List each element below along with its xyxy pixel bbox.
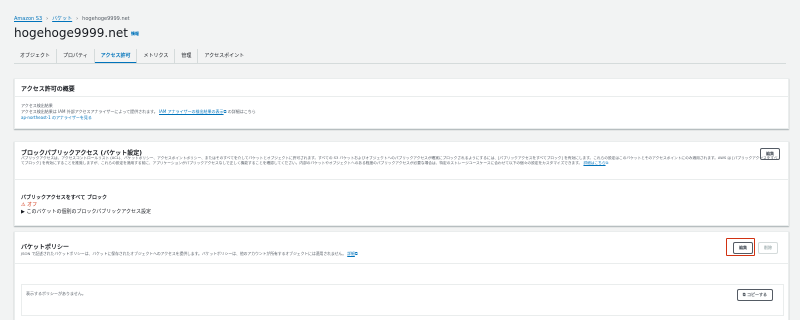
policy-empty-text: 表示するポリシーがありません。 (26, 291, 86, 296)
chevron-right-icon: › (76, 16, 79, 22)
permissions-overview-panel: アクセス許可の概要 アクセス検出結果 アクセス検出結果は IAM 外部アクセスア… (14, 78, 789, 129)
chevron-right-icon: › (46, 16, 49, 22)
divider (15, 263, 788, 264)
block-all-status: ⚠ オフ (21, 201, 37, 208)
copy-label: コピーする (747, 292, 767, 297)
bucket-policy-desc-text: JSON で記述されたバケットポリシーは、バケットに保存されたオブジェクトへのア… (21, 251, 347, 256)
analyzer-desc-text: アクセス検出結果は IAM 外部アクセスアナライザーによって提供されます。 (21, 109, 158, 114)
tab-objects[interactable]: オブジェクト (14, 49, 58, 64)
page-title-row: hogehoge9999.net 情報 (14, 26, 139, 40)
tab-properties[interactable]: プロパティ (57, 49, 95, 64)
tab-metrics[interactable]: メトリクス (137, 49, 176, 64)
block-individual-label: このバケットの個別のブロックパブリックアクセス設定 (26, 209, 151, 215)
bucket-policy-desc: JSON で記述されたバケットポリシーは、バケットに保存されたオブジェクトへのア… (21, 251, 358, 257)
tab-access-points[interactable]: アクセスポイント (198, 49, 250, 64)
divider (15, 179, 788, 180)
analyzer-region-row: ap-northeast-1 のアナライザーを見る (21, 115, 92, 121)
block-public-desc-text: パブリックアクセスは、アクセスコントロールリスト (ACL)、バケットポリシー、… (21, 156, 778, 166)
external-link-icon: ⧉ (354, 251, 358, 256)
bucket-policy-panel: バケットポリシー JSON で記述されたバケットポリシーは、バケットに保存された… (14, 231, 789, 320)
highlight-box (726, 238, 755, 256)
bucket-policy-learn-link[interactable]: 詳細 (347, 251, 355, 256)
copy-icon: ⧉ (742, 292, 746, 297)
page-title: hogehoge9999.net (14, 26, 128, 40)
info-link[interactable]: 情報 (131, 31, 139, 36)
breadcrumb-s3[interactable]: Amazon S3 (14, 16, 42, 22)
breadcrumb-current: hogehoge9999.net (82, 16, 130, 22)
breadcrumb-buckets[interactable]: バケット (52, 16, 72, 22)
block-individual-expander[interactable]: ▶ このバケットの個別のブロックパブリックアクセス設定 (21, 208, 151, 215)
tab-permissions[interactable]: アクセス許可 (94, 49, 138, 64)
analyzer-region-link[interactable]: ap-northeast-1 のアナライザーを見る (21, 115, 92, 120)
analyzer-link[interactable]: IAM アナライザーの検出結果の表示 (159, 109, 224, 114)
bucket-policy-heading: バケットポリシー (21, 244, 70, 251)
block-public-access-panel: ブロックパブリックアクセス (バケット設定) 編集 パブリックアクセスは、アクセ… (14, 141, 789, 226)
divider (15, 96, 788, 97)
caret-right-icon: ▶ (21, 209, 25, 215)
bucket-policy-delete-button[interactable]: 削除 (758, 242, 778, 254)
external-link-icon: ⧉ (605, 161, 609, 166)
tab-bar: オブジェクト プロパティ アクセス許可 メトリクス 管理 アクセスポイント (14, 49, 250, 64)
copy-button[interactable]: ⧉ コピーする (736, 289, 773, 301)
analyzer-suffix: の詳細はこちら (227, 109, 256, 114)
tab-management[interactable]: 管理 (175, 49, 199, 64)
block-public-learn-link[interactable]: 詳細はこちら (583, 161, 605, 165)
block-public-desc: パブリックアクセスは、アクセスコントロールリスト (ACL)、バケットポリシー、… (21, 156, 779, 175)
tab-divider (14, 63, 786, 64)
overview-heading: アクセス許可の概要 (21, 86, 75, 93)
external-link-icon: ⧉ (223, 109, 227, 114)
policy-editor: 表示するポリシーがありません。 ⧉ コピーする (21, 284, 784, 316)
block-all-label: パブリックアクセスをすべて ブロック (21, 195, 107, 201)
breadcrumb: Amazon S3 › バケット › hogehoge9999.net (14, 15, 130, 22)
